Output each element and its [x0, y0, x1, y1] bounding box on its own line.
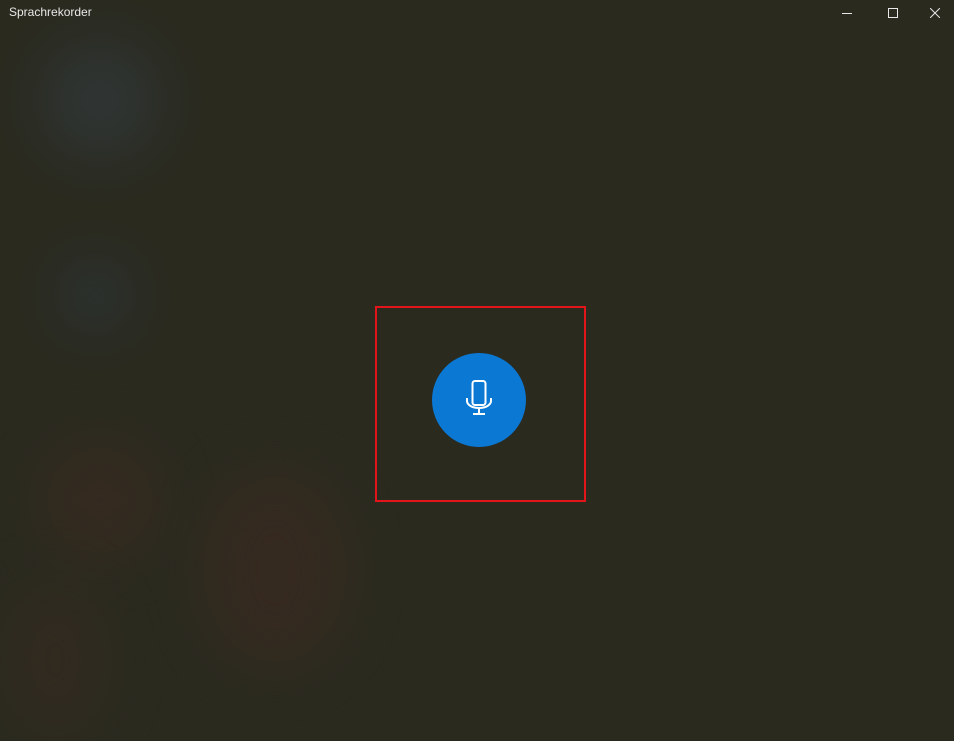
close-icon — [930, 8, 940, 18]
background-blob — [200, 470, 350, 670]
background-blob — [60, 260, 130, 330]
background-blob — [40, 440, 160, 560]
maximize-icon — [888, 8, 898, 18]
microphone-icon — [464, 379, 494, 422]
minimize-button[interactable] — [824, 0, 870, 26]
voice-recorder-window: Sprachrekorder — [0, 0, 954, 741]
window-title: Sprachrekorder — [9, 5, 92, 19]
background-blob — [40, 40, 160, 160]
close-button[interactable] — [916, 0, 954, 26]
background-blob — [0, 580, 110, 740]
maximize-button[interactable] — [870, 0, 916, 26]
title-bar: Sprachrekorder — [0, 0, 954, 26]
minimize-icon — [842, 8, 852, 18]
record-button[interactable] — [432, 353, 526, 447]
